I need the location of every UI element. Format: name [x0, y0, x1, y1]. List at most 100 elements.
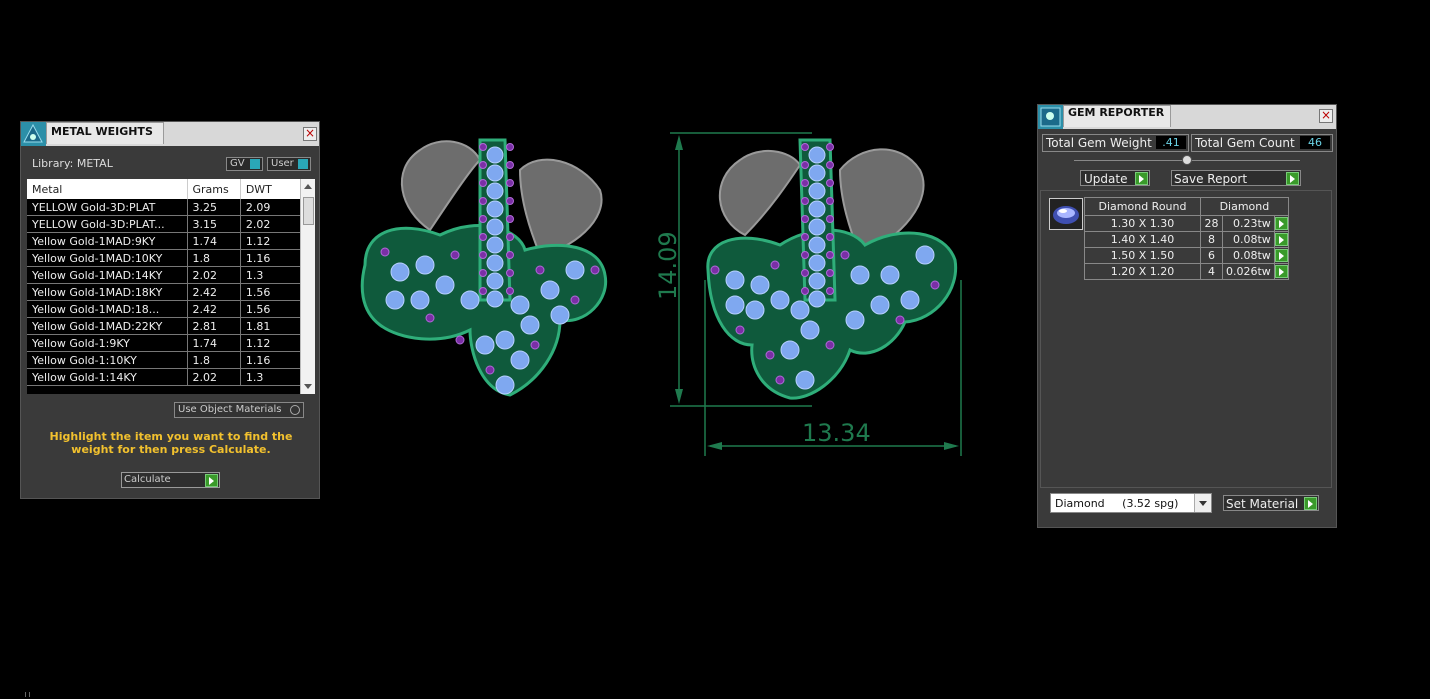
instruction-text: Highlight the item you want to find the … [49, 430, 293, 456]
table-row[interactable]: 1.30 X 1.30 28 0.23tw [1084, 215, 1289, 232]
table-row[interactable]: YELLOW Gold-3D:PLAT 3.25 2.09 [27, 199, 315, 216]
gem-stone [745, 300, 765, 320]
user-toggle[interactable]: User [267, 157, 311, 171]
scroll-up-icon[interactable] [304, 184, 312, 189]
table-row[interactable]: Yellow Gold-1MAD:22KY 2.81 1.81 [27, 317, 315, 335]
dwt-cell: 1.16 [240, 351, 305, 369]
table-row[interactable]: 1.40 X 1.40 8 0.08tw [1084, 231, 1289, 248]
grams-cell: 1.74 [187, 232, 241, 250]
dwt-cell: 1.81 [240, 317, 305, 335]
table-row[interactable]: Yellow Gold-1MAD:18KY 2.42 1.56 [27, 283, 315, 301]
gem-stone [808, 290, 826, 308]
table-row[interactable]: Yellow Gold-1MAD:10KY 1.8 1.16 [27, 249, 315, 267]
accent-stone [801, 269, 809, 277]
gem-weight-cell: 0.23tw [1222, 215, 1275, 232]
gem-size-cell: 1.40 X 1.40 [1084, 231, 1201, 248]
close-icon[interactable]: × [303, 127, 317, 141]
accent-stone [895, 315, 905, 325]
table-row[interactable]: Yellow Gold-1:9KY 1.74 1.12 [27, 334, 315, 352]
table-row[interactable]: Yellow Gold-1:10KY 1.8 1.16 [27, 351, 315, 369]
use-object-materials-toggle[interactable]: Use Object Materials [174, 402, 304, 418]
table-row[interactable]: 1.20 X 1.20 4 0.026tw [1084, 263, 1289, 280]
gem-stone [808, 182, 826, 200]
row-select-icon[interactable] [1274, 249, 1288, 262]
calculate-button[interactable]: Calculate [121, 472, 220, 488]
gem-size-cell: 1.50 X 1.50 [1084, 247, 1201, 264]
gem-stone [415, 255, 435, 275]
grams-cell: 2.81 [187, 317, 241, 335]
accent-stone [479, 161, 487, 169]
accent-stone [710, 265, 720, 275]
total-gem-count-label: Total Gem Count [1195, 136, 1295, 150]
gem-stone [725, 270, 745, 290]
gem-stone [808, 236, 826, 254]
gem-stone [915, 245, 935, 265]
accent-stone [590, 265, 600, 275]
gv-toggle[interactable]: GV [226, 157, 263, 171]
table-row[interactable]: YELLOW Gold-3D:PLAT... 3.15 2.02 [27, 215, 315, 233]
gem-stone [880, 265, 900, 285]
gem-stone [770, 290, 790, 310]
table-row[interactable]: Yellow Gold-1MAD:9KY 1.74 1.12 [27, 232, 315, 250]
row-select-icon[interactable] [1274, 217, 1288, 230]
earring-left [360, 138, 608, 397]
accent-stone [826, 269, 834, 277]
gem-reporter-titlebar: GEM REPORTER × [1038, 105, 1336, 129]
gem-stone [790, 300, 810, 320]
gem-count-cell: 28 [1200, 215, 1223, 232]
column-header-metal[interactable]: Metal [27, 179, 188, 199]
diamond-round-thumbnail-icon[interactable] [1049, 198, 1083, 230]
gem-stone [486, 146, 504, 164]
table-row[interactable]: Yellow Gold-1MAD:14KY 2.02 1.3 [27, 266, 315, 284]
gem-stone [808, 164, 826, 182]
update-button[interactable]: Update [1080, 170, 1150, 186]
accent-stone [479, 251, 487, 259]
grams-cell: 2.02 [187, 368, 241, 386]
accent-stone [825, 340, 835, 350]
table-row[interactable]: 1.50 X 1.50 6 0.08tw [1084, 247, 1289, 264]
gem-stone [510, 350, 530, 370]
gem-weight-cell: 0.08tw [1222, 231, 1275, 248]
gem-table[interactable]: Diamond Round Diamond 1.30 X 1.30 28 0.23t… [1084, 197, 1289, 280]
gem-stone [486, 236, 504, 254]
accent-stone [735, 325, 745, 335]
accent-stone [826, 287, 834, 295]
total-gem-weight-label: Total Gem Weight [1046, 136, 1152, 150]
gem-stone [486, 182, 504, 200]
set-material-button[interactable]: Set Material [1223, 495, 1319, 511]
table-row[interactable]: Yellow Gold-1:14KY 2.02 1.3 [27, 368, 315, 386]
calculate-arrow-icon [205, 474, 218, 487]
metal-cell: YELLOW Gold-3D:PLAT... [27, 215, 188, 233]
gem-weight-cell: 0.026tw [1222, 263, 1275, 280]
scroll-thumb[interactable] [303, 197, 314, 225]
gem-stone [808, 218, 826, 236]
metal-cell: YELLOW Gold-3D:PLAT [27, 199, 188, 216]
table-row[interactable]: Yellow Gold-1MAD:18... 2.42 1.56 [27, 300, 315, 318]
accent-stone [801, 251, 809, 259]
accent-stone [840, 250, 850, 260]
gem-stone [800, 320, 820, 340]
save-report-button[interactable]: Save Report [1171, 170, 1301, 186]
accent-stone [479, 215, 487, 223]
gem-stone [486, 164, 504, 182]
dwt-cell: 1.3 [240, 368, 305, 386]
slider-handle[interactable] [1182, 155, 1192, 165]
gem-stone [460, 290, 480, 310]
accent-stone [485, 365, 495, 375]
material-select[interactable]: Diamond (3.52 spg) [1050, 493, 1212, 513]
dwt-cell: 2.09 [240, 199, 305, 216]
gem-stone [520, 315, 540, 335]
scroll-down-icon[interactable] [304, 384, 312, 389]
chevron-down-icon[interactable] [1194, 494, 1211, 512]
row-select-icon[interactable] [1274, 265, 1288, 278]
column-header-dwt[interactable]: DWT [240, 179, 305, 199]
accent-stone [801, 287, 809, 295]
metal-table-header: Metal Grams DWT [27, 179, 315, 199]
metal-table-scrollbar[interactable] [300, 179, 315, 394]
metal-table[interactable]: Metal Grams DWT YELLOW Gold-3D:PLAT 3.25 2… [27, 179, 315, 394]
column-header-grams[interactable]: Grams [187, 179, 241, 199]
close-icon[interactable]: × [1319, 109, 1333, 123]
gem-stone [486, 272, 504, 290]
row-select-icon[interactable] [1274, 233, 1288, 246]
accent-stone [506, 233, 514, 241]
